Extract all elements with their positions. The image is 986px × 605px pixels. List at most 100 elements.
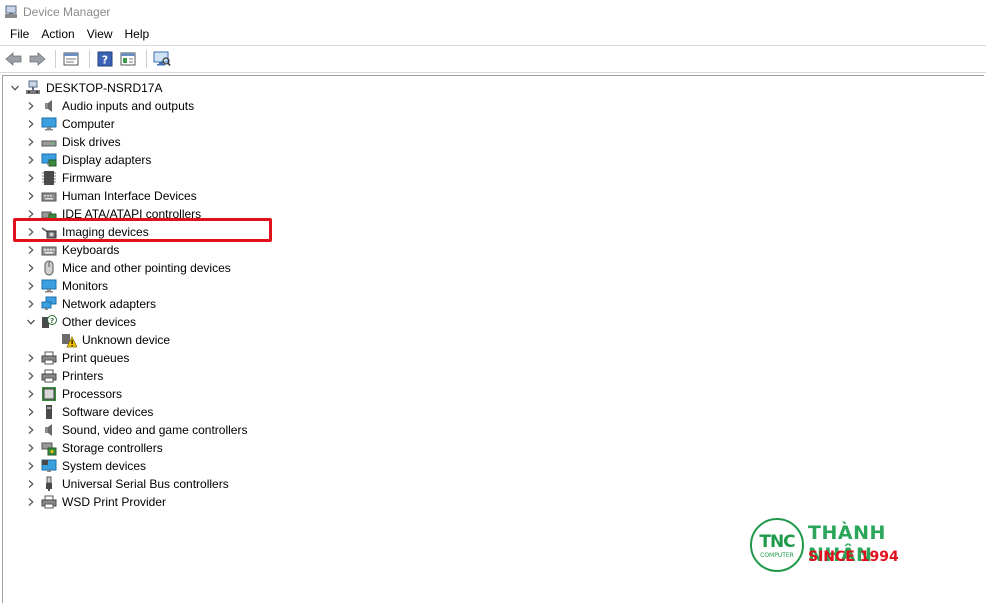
chevron-right-icon[interactable]	[25, 151, 37, 169]
tree-item-label: Sound, video and game controllers	[62, 423, 248, 437]
tree-item-label: Storage controllers	[62, 441, 163, 455]
warning-device-icon	[61, 332, 78, 348]
chevron-right-icon[interactable]	[25, 457, 37, 475]
printer-icon	[41, 350, 57, 366]
chevron-right-icon[interactable]	[25, 295, 37, 313]
unknown-device-icon: ?	[41, 314, 57, 330]
chevron-right-icon[interactable]	[25, 367, 37, 385]
chevron-right-icon[interactable]	[25, 277, 37, 295]
logo-text: TNC	[759, 531, 795, 552]
system-device-icon	[41, 458, 57, 474]
menu-action[interactable]: Action	[35, 24, 80, 44]
tree-item-label: Other devices	[62, 315, 137, 329]
tree-item-print-queues[interactable]: Print queues	[25, 349, 129, 367]
tree-item-firmware[interactable]: Firmware	[25, 169, 112, 187]
speaker-icon	[41, 422, 57, 438]
tree-item-mice[interactable]: Mice and other pointing devices	[25, 259, 231, 277]
svg-text:?: ?	[50, 317, 54, 325]
processor-icon	[41, 386, 57, 402]
back-arrow-icon[interactable]	[4, 49, 24, 69]
keyboard-icon	[41, 242, 57, 258]
tree-item-system-devices[interactable]: System devices	[25, 457, 146, 475]
menu-view[interactable]: View	[81, 24, 119, 44]
tree-item-label: Print queues	[62, 351, 130, 365]
tree-item-label: Network adapters	[62, 297, 157, 311]
tree-item-audio-inputs[interactable]: Audio inputs and outputs	[25, 97, 194, 115]
tree-item-label: Human Interface Devices	[62, 189, 197, 203]
mouse-icon	[41, 260, 57, 276]
software-device-icon	[41, 404, 57, 420]
update-driver-icon[interactable]	[118, 49, 138, 69]
chevron-right-icon[interactable]	[25, 403, 37, 421]
tree-item-processors[interactable]: Processors	[25, 385, 122, 403]
computer-tree-icon	[25, 80, 41, 96]
forward-arrow-icon[interactable]	[27, 49, 47, 69]
properties-icon[interactable]	[61, 49, 81, 69]
toolbar-separator	[55, 50, 56, 68]
tree-item-keyboards[interactable]: Keyboards	[25, 241, 119, 259]
window-title: Device Manager	[23, 5, 111, 19]
toolbar-separator	[89, 50, 90, 68]
tree-item-label: Mice and other pointing devices	[62, 261, 231, 275]
chevron-right-icon[interactable]	[25, 421, 37, 439]
tree-item-label: Computer	[62, 117, 115, 131]
usb-icon	[41, 476, 57, 492]
tree-item-label: Software devices	[62, 405, 154, 419]
chevron-right-icon[interactable]	[25, 349, 37, 367]
tree-item-monitors[interactable]: Monitors	[25, 277, 108, 295]
tnc-logo: TNC COMPUTER	[750, 518, 804, 572]
logo-subtext: COMPUTER	[760, 551, 794, 559]
tree-item-other-devices[interactable]: ? Other devices	[25, 313, 136, 331]
tree-item-label: System devices	[62, 459, 147, 473]
chevron-right-icon[interactable]	[25, 439, 37, 457]
tree-item-software-devices[interactable]: Software devices	[25, 403, 153, 421]
tree-item-storage-controllers[interactable]: Storage controllers	[25, 439, 163, 457]
menu-help[interactable]: Help	[119, 24, 156, 44]
tree-root[interactable]: DESKTOP-NSRD17A	[9, 79, 162, 97]
tree-item-label: Unknown device	[82, 333, 171, 347]
tree-item-display-adapters[interactable]: Display adapters	[25, 151, 151, 169]
chevron-right-icon[interactable]	[25, 475, 37, 493]
tree-item-label: Display adapters	[62, 153, 152, 167]
highlight-box	[13, 218, 272, 242]
tree-item-sound-video-game[interactable]: Sound, video and game controllers	[25, 421, 247, 439]
computer-name: DESKTOP-NSRD17A	[46, 81, 163, 95]
chevron-right-icon[interactable]	[25, 241, 37, 259]
chevron-down-icon[interactable]	[9, 79, 21, 97]
network-icon	[41, 296, 57, 312]
tree-item-disk-drives[interactable]: Disk drives	[25, 133, 121, 151]
chevron-right-icon[interactable]	[25, 169, 37, 187]
toolbar: ?	[0, 45, 986, 73]
chevron-right-icon[interactable]	[25, 115, 37, 133]
printer-icon	[41, 368, 57, 384]
chevron-right-icon[interactable]	[25, 385, 37, 403]
tree-item-network-adapters[interactable]: Network adapters	[25, 295, 156, 313]
tree-item-label: Disk drives	[62, 135, 121, 149]
monitor-icon	[41, 116, 57, 132]
chevron-down-icon[interactable]	[25, 313, 37, 331]
tree-item-printers[interactable]: Printers	[25, 367, 103, 385]
tree-item-wsd-print-provider[interactable]: WSD Print Provider	[25, 493, 166, 511]
tree-item-unknown-device[interactable]: Unknown device	[61, 331, 170, 349]
tree-item-computer[interactable]: Computer	[25, 115, 115, 133]
chevron-right-icon[interactable]	[25, 187, 37, 205]
firmware-chip-icon	[41, 170, 57, 186]
tree-item-label: Printers	[62, 369, 104, 383]
scan-hardware-icon[interactable]	[152, 49, 172, 69]
tree-item-label: Firmware	[62, 171, 112, 185]
help-icon[interactable]: ?	[95, 49, 115, 69]
tree-item-usb-controllers[interactable]: Universal Serial Bus controllers	[25, 475, 229, 493]
tree-item-label: Monitors	[62, 279, 109, 293]
chevron-right-icon[interactable]	[25, 493, 37, 511]
chevron-right-icon[interactable]	[25, 133, 37, 151]
storage-controller-icon	[41, 440, 57, 456]
chevron-right-icon[interactable]	[25, 97, 37, 115]
title-bar: Device Manager	[0, 0, 986, 24]
tree-item-label: Audio inputs and outputs	[62, 99, 195, 113]
tree-item-human-interface-devices[interactable]: Human Interface Devices	[25, 187, 197, 205]
menu-file[interactable]: File	[4, 24, 35, 44]
chevron-right-icon[interactable]	[25, 259, 37, 277]
disk-drive-icon	[41, 134, 57, 150]
monitor-icon	[41, 278, 57, 294]
display-adapter-icon	[41, 152, 57, 168]
